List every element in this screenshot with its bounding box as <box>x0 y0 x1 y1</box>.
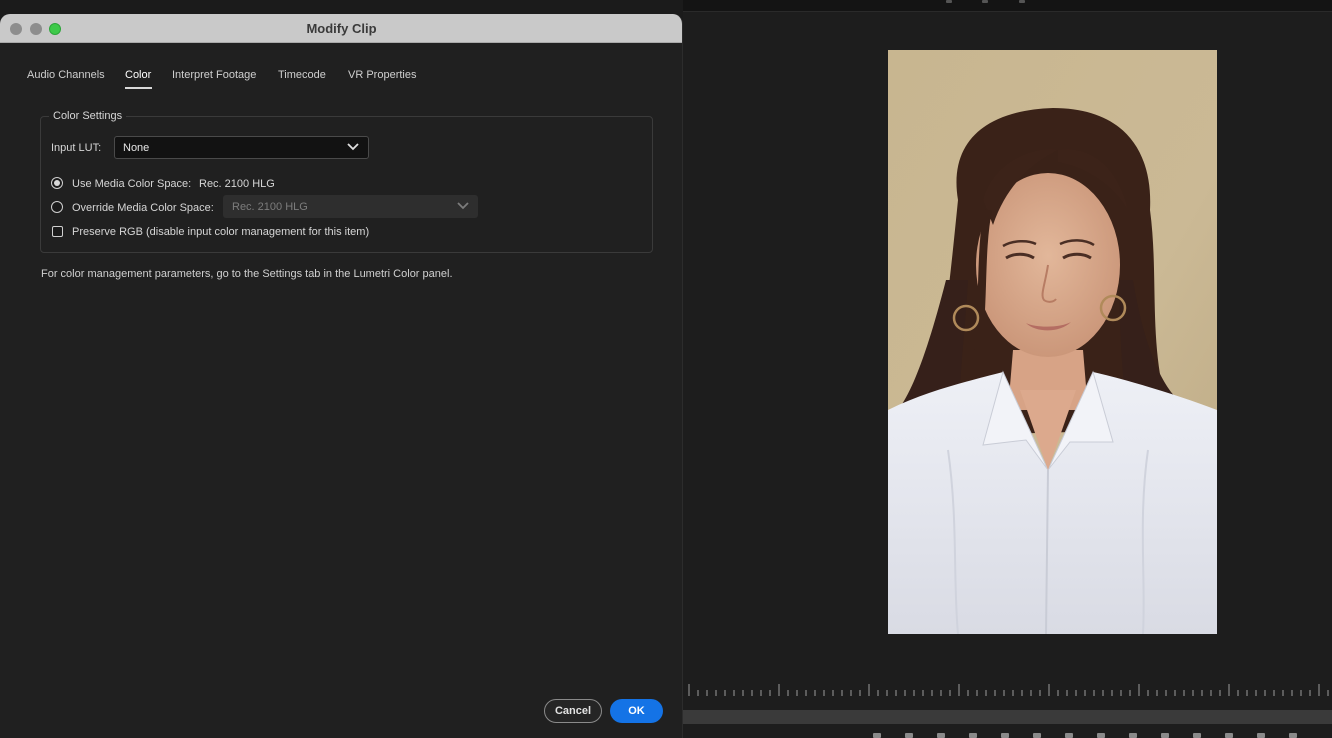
preserve-rgb-checkbox[interactable] <box>52 226 63 237</box>
video-frame-image <box>888 50 1217 634</box>
transport-button[interactable] <box>873 733 881 738</box>
override-color-space-dropdown[interactable]: Rec. 2100 HLG <box>223 195 478 218</box>
toolbar-icon[interactable] <box>982 0 988 3</box>
transport-button[interactable] <box>1161 733 1169 738</box>
transport-button[interactable] <box>1001 733 1009 738</box>
chevron-down-icon <box>457 202 469 210</box>
transport-button[interactable] <box>1129 733 1137 738</box>
transport-button[interactable] <box>1257 733 1265 738</box>
transport-controls <box>683 724 1332 738</box>
media-color-space-value: Rec. 2100 HLG <box>199 178 275 190</box>
transport-button[interactable] <box>1033 733 1041 738</box>
preserve-rgb-label: Preserve RGB (disable input color manage… <box>72 226 370 238</box>
input-lut-dropdown[interactable]: None <box>114 136 369 159</box>
tab-color[interactable]: Color <box>125 69 151 81</box>
app-top-toolbar <box>683 0 1332 12</box>
transport-button[interactable] <box>937 733 945 738</box>
toolbar-icon[interactable] <box>946 0 952 3</box>
lumetri-note: For color management parameters, go to t… <box>41 268 453 280</box>
video-preview-frame <box>888 50 1217 634</box>
transport-button[interactable] <box>969 733 977 738</box>
timeline-ruler[interactable] <box>683 682 1332 710</box>
transport-button[interactable] <box>1065 733 1073 738</box>
transport-button[interactable] <box>1225 733 1233 738</box>
use-media-color-space-label: Use Media Color Space: <box>72 178 192 190</box>
tab-vr-properties[interactable]: VR Properties <box>348 69 416 81</box>
transport-button[interactable] <box>905 733 913 738</box>
override-media-color-space-label: Override Media Color Space: <box>72 202 214 214</box>
tab-timecode[interactable]: Timecode <box>278 69 326 81</box>
modify-clip-dialog: Modify Clip Audio Channels Color Interpr… <box>0 14 683 738</box>
ok-button[interactable]: OK <box>610 699 663 723</box>
override-media-color-space-radio[interactable] <box>51 201 63 213</box>
timeline-scrollbar[interactable] <box>683 710 1332 724</box>
color-settings-title: Color Settings <box>49 110 127 122</box>
toolbar-icon[interactable] <box>1019 0 1025 3</box>
input-lut-label: Input LUT: <box>51 142 102 154</box>
transport-button[interactable] <box>1097 733 1105 738</box>
use-media-color-space-radio[interactable] <box>51 177 63 189</box>
cancel-button[interactable]: Cancel <box>544 699 602 723</box>
override-color-space-value: Rec. 2100 HLG <box>232 201 308 213</box>
tab-audio-channels[interactable]: Audio Channels <box>27 69 105 81</box>
transport-button[interactable] <box>1289 733 1297 738</box>
tab-interpret-footage[interactable]: Interpret Footage <box>172 69 256 81</box>
dialog-title: Modify Clip <box>306 21 377 36</box>
chevron-down-icon <box>347 143 359 151</box>
dialog-titlebar[interactable]: Modify Clip <box>0 14 682 43</box>
active-tab-indicator <box>125 87 152 89</box>
input-lut-value: None <box>123 142 150 154</box>
transport-button[interactable] <box>1193 733 1201 738</box>
